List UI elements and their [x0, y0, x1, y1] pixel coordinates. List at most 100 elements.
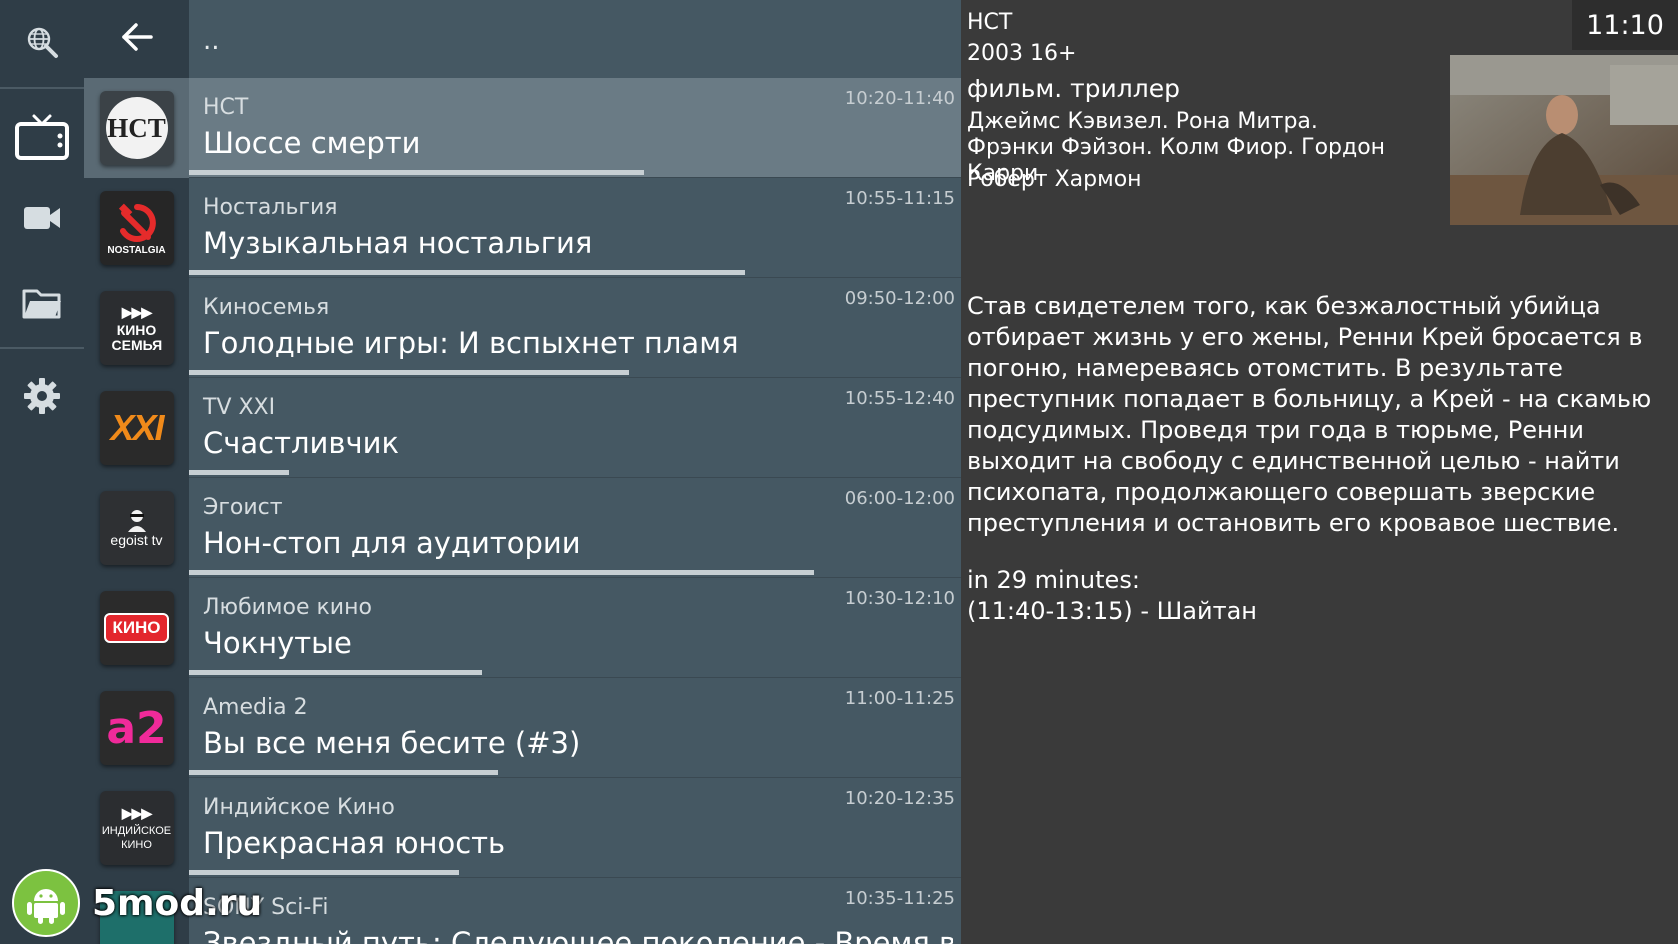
channel-logo-lyubimoe-kino[interactable]: КИНО: [84, 578, 189, 678]
search-button[interactable]: [0, 0, 84, 84]
program-row[interactable]: TV XXI 10:55-12:40 Счастливчик: [189, 378, 961, 478]
program-list: .. НСТ 10:20-11:40 Шоссе смерти Ностальгия 1…: [189, 0, 961, 944]
channel-logo: ▶▶▶ КИНО СЕМЬЯ: [99, 291, 174, 365]
program-title: Звездный путь: Следующее поколение - Вре…: [203, 926, 953, 944]
settings-button[interactable]: [0, 360, 84, 432]
folder-button[interactable]: [0, 270, 84, 336]
parent-folder-row[interactable]: ..: [189, 0, 961, 78]
program-detail-pane: НСТ 2003 16+ фильм. триллер Джеймс Кэвиз…: [961, 0, 1678, 944]
detail-director: Роберт Хармон: [967, 167, 1142, 192]
detail-channel: НСТ: [967, 10, 1013, 35]
program-progress-bar: [189, 370, 629, 375]
program-channel-name: Любимое кино: [203, 595, 372, 620]
logo-text: a2: [106, 702, 167, 754]
program-title: Прекрасная юность: [203, 826, 506, 860]
globe-search-icon: [25, 25, 59, 59]
program-row[interactable]: НСТ 10:20-11:40 Шоссе смерти: [189, 78, 961, 178]
program-time: 09:50-12:00: [844, 288, 955, 309]
back-button[interactable]: [84, 0, 189, 78]
channel-logo-egoist[interactable]: egoist tv: [84, 478, 189, 578]
program-row[interactable]: SONY Sci-Fi 10:35-11:25 Звездный путь: Сле…: [189, 878, 961, 944]
chevrons-icon: ▶▶▶: [121, 303, 152, 320]
channel-logo-tvxxi[interactable]: XXI: [84, 378, 189, 478]
channel-logo-nostalgia[interactable]: NOSTALGIA: [84, 178, 189, 278]
app-root: НСТ NOSTALGIA ▶▶▶ КИНО СЕМЬЯ XXI egoist …: [0, 0, 1678, 944]
person-icon: [127, 510, 146, 532]
video-camera-icon: [23, 205, 61, 231]
watermark: 5mod.ru: [12, 868, 262, 938]
channel-logo-nst[interactable]: НСТ: [84, 78, 189, 178]
program-row[interactable]: Ностальгия 10:55-11:15 Музыкальная носталь…: [189, 178, 961, 278]
channel-logo-amedia2[interactable]: a2: [84, 678, 189, 778]
program-time: 11:00-11:25: [844, 688, 955, 709]
channel-logo: XXI: [99, 391, 174, 465]
logo-text: egoist tv: [110, 532, 163, 548]
program-progress-bar: [189, 570, 814, 575]
program-time: 10:35-11:25: [844, 888, 955, 909]
program-thumbnail: [1450, 55, 1678, 225]
program-channel-name: Индийское Кино: [203, 795, 395, 820]
rail-divider: [0, 347, 84, 349]
program-row[interactable]: Любимое кино 10:30-12:10 Чокнутые: [189, 578, 961, 678]
nav-rail: [0, 0, 84, 944]
gear-icon: [23, 377, 61, 415]
program-channel-name: Ностальгия: [203, 195, 338, 220]
channel-logo: a2: [99, 691, 174, 765]
program-progress-bar: [189, 670, 482, 675]
camera-button[interactable]: [0, 186, 84, 250]
program-time: 10:20-11:40: [844, 88, 955, 109]
program-progress-bar: [189, 170, 644, 175]
program-title: Голодные игры: И вспыхнет пламя: [203, 326, 739, 360]
tv-button[interactable]: [0, 96, 84, 178]
tv-icon: [14, 112, 70, 162]
channel-logo: egoist tv: [99, 491, 174, 565]
program-time: 10:55-11:15: [844, 188, 955, 209]
program-row[interactable]: Эгоист 06:00-12:00 Нон-стоп для аудитории: [189, 478, 961, 578]
program-time: 10:20-12:35: [844, 788, 955, 809]
program-channel-name: TV XXI: [203, 395, 276, 420]
hammer-sickle-icon: [118, 203, 156, 242]
program-title: Нон-стоп для аудитории: [203, 526, 581, 560]
program-title: Музыкальная ностальгия: [203, 226, 593, 260]
program-progress-bar: [189, 470, 289, 475]
program-channel-name: Эгоист: [203, 495, 283, 520]
logo-text: КИНО СЕМЬЯ: [111, 321, 163, 353]
program-channel-name: НСТ: [203, 95, 249, 120]
arrow-left-icon: [121, 22, 153, 56]
upcoming-label: in 29 minutes:: [967, 566, 1140, 594]
watermark-text: 5mod.ru: [92, 882, 263, 924]
program-row[interactable]: Киносемья 09:50-12:00 Голодные игры: И всп…: [189, 278, 961, 378]
logo-text: XXI: [110, 407, 164, 448]
detail-year-rating: 2003 16+: [967, 41, 1077, 66]
chevrons-icon: ▶▶▶: [121, 804, 152, 821]
program-row[interactable]: Amedia 2 11:00-11:25 Вы все меня бесите (#…: [189, 678, 961, 778]
detail-genre: фильм. триллер: [967, 74, 1180, 103]
clock: 11:10: [1572, 0, 1678, 50]
program-title: Чокнутые: [203, 626, 352, 660]
channel-logo-column: НСТ NOSTALGIA ▶▶▶ КИНО СЕМЬЯ XXI egoist …: [84, 0, 189, 944]
channel-logo-kinosemya[interactable]: ▶▶▶ КИНО СЕМЬЯ: [84, 278, 189, 378]
program-title: Вы все меня бесите (#3): [203, 726, 581, 760]
program-title: Счастливчик: [203, 426, 399, 460]
program-channel-name: Киносемья: [203, 295, 330, 320]
detail-description: Став свидетелем того, как безжалостный у…: [967, 292, 1652, 537]
channel-logo: КИНО: [99, 591, 174, 665]
logo-text: ИНДИЙСКОЕ КИНО: [101, 824, 172, 851]
program-time: 10:30-12:10: [844, 588, 955, 609]
program-time: 10:55-12:40: [844, 388, 955, 409]
folder-icon: [22, 287, 62, 319]
logo-text: NOSTALGIA: [107, 244, 166, 256]
program-channel-name: Amedia 2: [203, 695, 308, 720]
program-progress-bar: [189, 270, 745, 275]
program-row[interactable]: Индийское Кино 10:20-12:35 Прекрасная юнос…: [189, 778, 961, 878]
android-icon: [12, 869, 80, 937]
upcoming-program: (11:40-13:15) - Шайтан: [967, 597, 1257, 625]
channel-logo: NOSTALGIA: [99, 191, 174, 265]
program-title: Шоссе смерти: [203, 126, 421, 160]
logo-text: КИНО: [104, 613, 169, 643]
channel-logo-indian-kino[interactable]: ▶▶▶ ИНДИЙСКОЕ КИНО: [84, 778, 189, 878]
parent-folder-label: ..: [203, 26, 220, 56]
channel-logo: ▶▶▶ ИНДИЙСКОЕ КИНО: [99, 791, 174, 865]
program-time: 06:00-12:00: [844, 488, 955, 509]
channel-logo: НСТ: [99, 91, 174, 165]
